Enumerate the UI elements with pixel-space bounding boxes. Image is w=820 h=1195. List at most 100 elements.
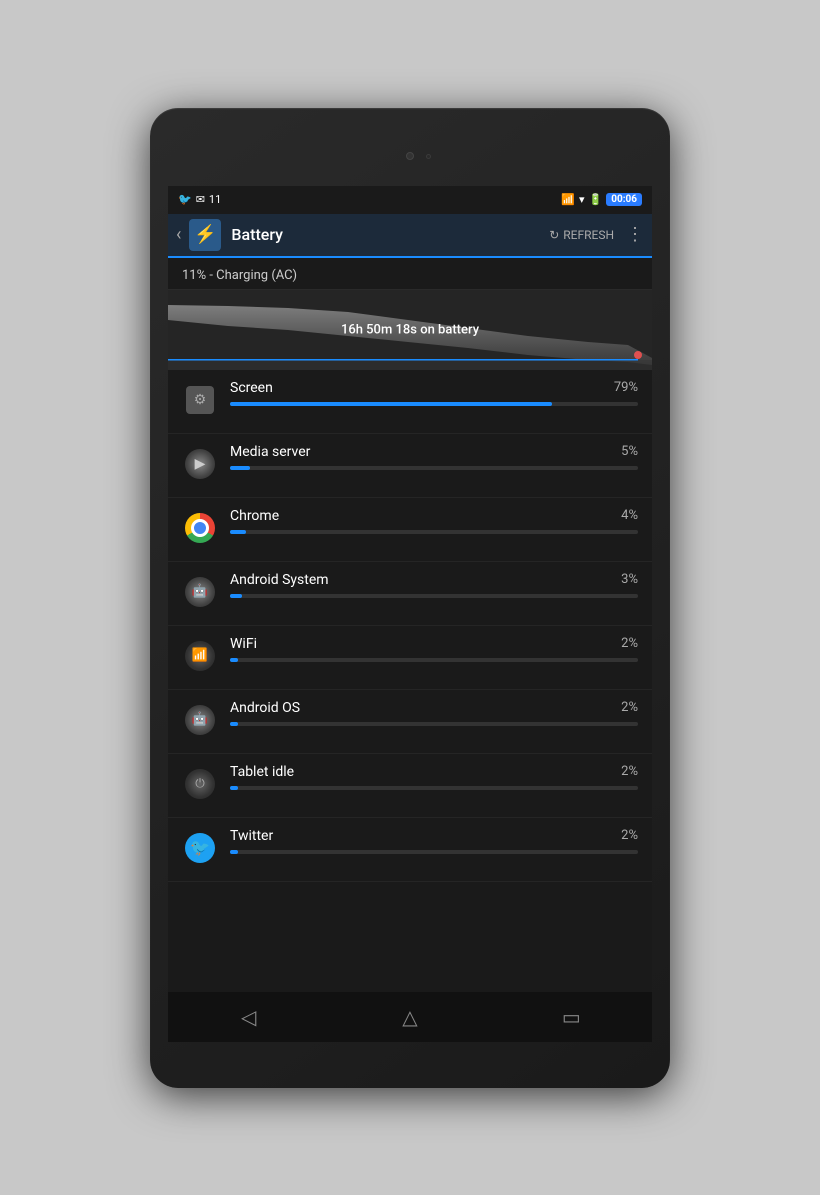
app-list-item[interactable]: 📶 WiFi 2%	[168, 626, 652, 690]
app-name-row: Media server 5%	[230, 444, 638, 460]
app-details: WiFi 2%	[230, 636, 638, 662]
app-details: Tablet idle 2%	[230, 764, 638, 790]
action-bar-right: ↻ REFRESH ⋮	[549, 224, 644, 245]
app-percent: 3%	[621, 572, 638, 587]
camera-icon	[406, 152, 414, 160]
app-name: Media server	[230, 444, 310, 460]
status-right: 📶 ▾ 🔋 00:06	[561, 193, 642, 206]
app-bar-fill	[230, 658, 238, 662]
app-list-item[interactable]: ⏻ Tablet idle 2%	[168, 754, 652, 818]
wifi-status-icon: ▾	[579, 193, 585, 206]
app-name-row: Chrome 4%	[230, 508, 638, 524]
tablet-top-bezel	[168, 126, 652, 186]
app-name: Tablet idle	[230, 764, 294, 780]
app-list-item[interactable]: 🐦 Twitter 2%	[168, 818, 652, 882]
app-bar-fill	[230, 594, 242, 598]
app-name-row: Tablet idle 2%	[230, 764, 638, 780]
app-details: Twitter 2%	[230, 828, 638, 854]
recent-nav-button[interactable]: ▭	[546, 997, 596, 1037]
media-icon: ▶	[185, 449, 215, 479]
android-icon: 🤖	[185, 577, 215, 607]
app-percent: 2%	[621, 828, 638, 843]
app-name-row: Screen 79%	[230, 380, 638, 396]
action-bar: ‹ ⚡ Battery ↻ REFRESH ⋮	[168, 214, 652, 258]
refresh-label: REFRESH	[563, 228, 614, 242]
refresh-button[interactable]: ↻ REFRESH	[549, 228, 614, 242]
app-percent: 4%	[621, 508, 638, 523]
app-icon: 🐦	[182, 830, 218, 866]
app-bar-bg	[230, 594, 638, 598]
battery-chart: 16h 50m 18s on battery	[168, 290, 652, 370]
tablet-device: 🐦 ✉ 11 📶 ▾ 🔋 00:06 ‹ ⚡ Battery ↻ REFRESH	[150, 108, 670, 1088]
app-list-item[interactable]: 🤖 Android System 3%	[168, 562, 652, 626]
app-bar-bg	[230, 466, 638, 470]
app-details: Media server 5%	[230, 444, 638, 470]
wifi-icon: 📶	[185, 641, 215, 671]
chart-time-label: 16h 50m 18s on battery	[341, 322, 479, 337]
app-icon: ▶	[182, 446, 218, 482]
app-icon: 🤖	[182, 702, 218, 738]
app-percent: 2%	[621, 700, 638, 715]
app-bar-fill	[230, 466, 250, 470]
tablet-screen: 🐦 ✉ 11 📶 ▾ 🔋 00:06 ‹ ⚡ Battery ↻ REFRESH	[168, 186, 652, 1042]
app-bar-bg	[230, 722, 638, 726]
charging-status: 11% - Charging (AC)	[168, 258, 652, 290]
battery-icon-graphic: ⚡	[194, 224, 216, 245]
app-list-item[interactable]: ▶ Media server 5%	[168, 434, 652, 498]
app-list-item[interactable]: ⚙ Screen 79%	[168, 370, 652, 434]
app-bar-fill	[230, 530, 246, 534]
back-nav-button[interactable]: ◁	[224, 997, 274, 1037]
notification-count: 11	[209, 193, 221, 206]
app-list-item[interactable]: Chrome 4%	[168, 498, 652, 562]
android-icon: 🤖	[185, 705, 215, 735]
signal-icon: 📶	[561, 193, 575, 206]
home-nav-button[interactable]: △	[385, 997, 435, 1037]
app-bar-bg	[230, 658, 638, 662]
tablet-icon: ⏻	[185, 769, 215, 799]
app-icon	[182, 510, 218, 546]
back-button[interactable]: ‹	[176, 224, 181, 245]
app-name-row: Twitter 2%	[230, 828, 638, 844]
status-time: 00:06	[606, 193, 642, 206]
app-name: Chrome	[230, 508, 279, 524]
app-bar-fill	[230, 850, 238, 854]
tablet-bottom-bezel	[168, 1042, 652, 1070]
app-name: WiFi	[230, 636, 257, 652]
app-name: Twitter	[230, 828, 273, 844]
app-details: Android OS 2%	[230, 700, 638, 726]
app-details: Android System 3%	[230, 572, 638, 598]
app-icon: 📶	[182, 638, 218, 674]
app-percent: 5%	[621, 444, 638, 459]
more-options-button[interactable]: ⋮	[626, 224, 644, 245]
app-icon: ⏻	[182, 766, 218, 802]
page-title: Battery	[231, 225, 549, 244]
app-percent: 2%	[621, 636, 638, 651]
app-bar-fill	[230, 722, 238, 726]
twitter-app-icon: 🐦	[185, 833, 215, 863]
app-name: Android System	[230, 572, 329, 588]
app-name: Screen	[230, 380, 273, 396]
email-icon: ✉	[196, 193, 205, 206]
content-area: 11% - Charging (AC) 16h 50m 18s on ba	[168, 258, 652, 992]
app-name: Android OS	[230, 700, 300, 716]
app-percent: 2%	[621, 764, 638, 779]
screen-icon: ⚙	[186, 386, 214, 414]
app-bar-bg	[230, 402, 638, 406]
app-icon: ⚙	[182, 382, 218, 418]
battery-settings-icon: ⚡	[189, 219, 221, 251]
twitter-notification-icon: 🐦	[178, 193, 192, 206]
refresh-icon: ↻	[549, 228, 559, 242]
app-icon: 🤖	[182, 574, 218, 610]
app-bar-fill	[230, 402, 552, 406]
status-left: 🐦 ✉ 11	[178, 193, 221, 206]
battery-icon: 🔋	[589, 193, 603, 206]
app-bar-bg	[230, 786, 638, 790]
app-percent: 79%	[614, 380, 638, 395]
bottom-nav: ◁ △ ▭	[168, 992, 652, 1042]
app-list-item[interactable]: 🤖 Android OS 2%	[168, 690, 652, 754]
chrome-icon	[185, 513, 215, 543]
app-details: Chrome 4%	[230, 508, 638, 534]
app-bar-bg	[230, 530, 638, 534]
app-bar-bg	[230, 850, 638, 854]
mic-dot	[426, 154, 431, 159]
